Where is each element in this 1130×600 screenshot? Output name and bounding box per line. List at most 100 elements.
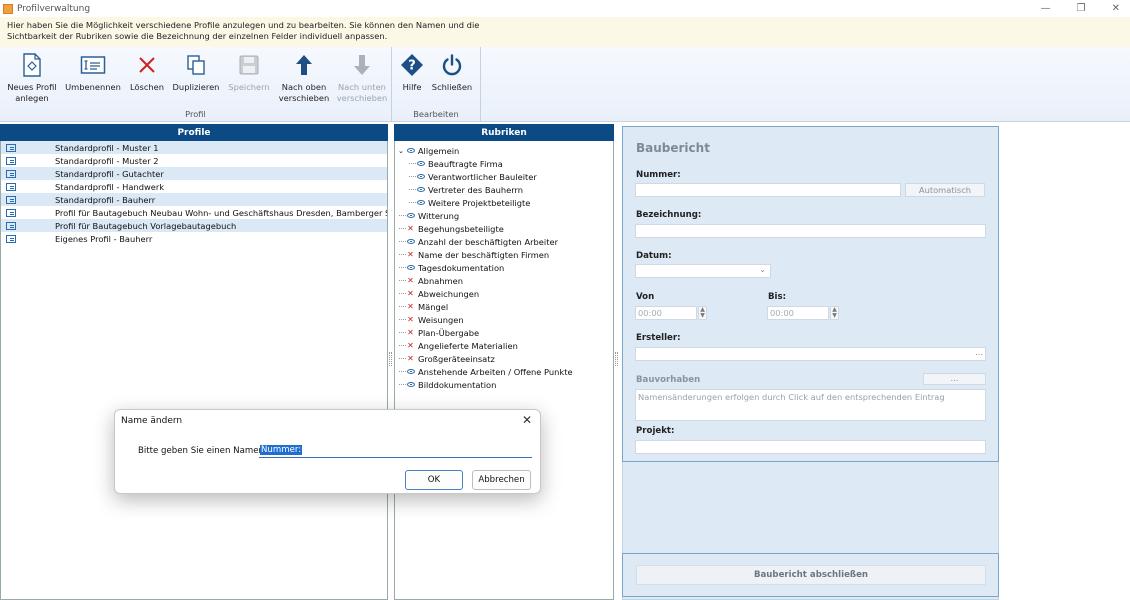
tree-node[interactable]: Weitere Projektbeteiligte	[395, 196, 613, 209]
tree-node[interactable]: ✕ Abnahmen	[395, 274, 613, 287]
close-report-area: Baubericht abschließen	[622, 553, 999, 597]
info-line-1: Hier haben Sie die Möglichkeit verschied…	[7, 20, 480, 30]
list-item[interactable]: Standardprofil - Muster 2	[1, 154, 387, 167]
help-button[interactable]: ? Hilfe	[398, 52, 426, 93]
datum-picker[interactable]: ⌄	[635, 264, 771, 278]
new-profile-button[interactable]: Neues Profil anlegen	[6, 52, 58, 104]
rubriken-tree[interactable]: ⌄ Allgemein Beauftragte Firma Verantwortli…	[394, 141, 614, 600]
move-down-button[interactable]: Nach unten verschieben	[335, 52, 389, 104]
tree-node[interactable]: ✕ Weisungen	[395, 313, 613, 326]
tree-line	[399, 345, 406, 346]
tree-node[interactable]: ✕ Mängel	[395, 300, 613, 313]
list-item[interactable]: Standardprofil - Bauherr	[1, 193, 387, 206]
restore-icon[interactable]: ❐	[1077, 3, 1086, 14]
hidden-x-icon[interactable]: ✕	[407, 276, 414, 285]
label-nummer[interactable]: Nummer:	[636, 170, 681, 180]
tree-node[interactable]: Tagesdokumentation	[395, 261, 613, 274]
minimize-icon[interactable]: —	[1041, 3, 1051, 14]
label-von[interactable]: Von	[636, 292, 654, 302]
save-button[interactable]: Speichern	[226, 52, 272, 93]
info-bar: Hier haben Sie die Möglichkeit verschied…	[0, 17, 1130, 47]
tree-node[interactable]: Anstehende Arbeiten / Offene Punkte	[395, 365, 613, 378]
von-time-input[interactable]: 00:00	[635, 306, 697, 320]
hidden-x-icon[interactable]: ✕	[407, 302, 414, 311]
projekt-input[interactable]	[635, 440, 986, 454]
hidden-x-icon[interactable]: ✕	[407, 250, 414, 259]
ersteller-input[interactable]: ...	[635, 347, 986, 361]
tree-node[interactable]: ✕ Begehungsbeteiligte	[395, 222, 613, 235]
visible-eye-icon[interactable]	[406, 148, 415, 153]
bis-time-input[interactable]: 00:00	[767, 306, 829, 320]
tree-node-allgemein[interactable]: ⌄ Allgemein	[395, 144, 613, 157]
profile-icon	[6, 156, 16, 165]
close-icon[interactable]: ✕	[522, 413, 532, 427]
tree-line	[399, 254, 406, 255]
tree-node[interactable]: Bilddokumentation	[395, 378, 613, 391]
ersteller-browse-button[interactable]: ...	[975, 348, 983, 357]
tree-node[interactable]: ✕ Angelieferte Materialien	[395, 339, 613, 352]
name-input[interactable]: Nummer:	[259, 443, 532, 458]
baubericht-abschliessen-button[interactable]: Baubericht abschließen	[636, 565, 986, 585]
visible-eye-icon[interactable]	[417, 200, 425, 205]
visible-eye-icon[interactable]	[407, 382, 415, 387]
tree-node[interactable]: Verantwortlicher Bauleiter	[395, 170, 613, 183]
rename-button[interactable]: Umbenennen	[64, 52, 122, 93]
label-bauvorhaben[interactable]: Bauvorhaben	[636, 375, 700, 385]
arrow-up-icon	[277, 52, 331, 78]
tree-node[interactable]: ✕ Großgeräteeinsatz	[395, 352, 613, 365]
list-item[interactable]: Profil für Bautagebuch Vorlagebautagebuc…	[1, 219, 387, 232]
label-bezeichnung[interactable]: Bezeichnung:	[636, 210, 701, 220]
window-controls: — ❐ ✕	[1041, 0, 1120, 17]
tree-node[interactable]: Anzahl der beschäftigten Arbeiter	[395, 235, 613, 248]
splitter-handle[interactable]	[615, 352, 618, 366]
cancel-button[interactable]: Abbrechen	[472, 470, 531, 490]
visible-eye-icon[interactable]	[417, 174, 425, 179]
list-item[interactable]: Eigenes Profil - Bauherr	[1, 232, 387, 245]
list-item[interactable]: Profil für Bautagebuch Neubau Wohn- und …	[1, 206, 387, 219]
bis-spinner[interactable]: ▲ ▼	[830, 306, 839, 320]
label-ersteller[interactable]: Ersteller:	[636, 333, 681, 343]
splitter-handle[interactable]	[389, 352, 392, 366]
list-item[interactable]: Standardprofil - Gutachter	[1, 167, 387, 180]
hidden-x-icon[interactable]: ✕	[407, 341, 414, 350]
tree-node[interactable]: ✕ Abweichungen	[395, 287, 613, 300]
tree-node[interactable]: Witterung	[395, 209, 613, 222]
tree-node[interactable]: Beauftragte Firma	[395, 157, 613, 170]
label-datum[interactable]: Datum:	[636, 251, 672, 261]
nummer-input[interactable]	[635, 183, 901, 197]
visible-eye-icon[interactable]	[407, 213, 415, 218]
visible-eye-icon[interactable]	[417, 161, 425, 166]
bezeichnung-input[interactable]	[635, 224, 986, 238]
duplicate-button[interactable]: Duplizieren	[171, 52, 221, 93]
list-item[interactable]: Standardprofil - Handwerk	[1, 180, 387, 193]
tree-node[interactable]: Vertreter des Bauherrn	[395, 183, 613, 196]
close-icon[interactable]: ✕	[1112, 3, 1120, 14]
move-up-button[interactable]: Nach oben verschieben	[277, 52, 331, 104]
chevron-down-icon[interactable]: ⌄	[398, 147, 404, 155]
ok-button[interactable]: OK	[405, 470, 463, 490]
von-spinner[interactable]: ▲ ▼	[698, 306, 707, 320]
hidden-x-icon[interactable]: ✕	[407, 328, 414, 337]
tree-node[interactable]: ✕ Name der beschäftigten Firmen	[395, 248, 613, 261]
tree-line	[399, 358, 406, 359]
label-projekt[interactable]: Projekt:	[636, 426, 674, 436]
delete-button[interactable]: Löschen	[128, 52, 166, 93]
hidden-x-icon[interactable]: ✕	[407, 354, 414, 363]
dialog-title: Name ändern	[121, 416, 183, 426]
tree-node[interactable]: ✕ Plan-Übergabe	[395, 326, 613, 339]
label-bis[interactable]: Bis:	[768, 292, 786, 302]
bauvorhaben-browse-button[interactable]: ...	[923, 373, 986, 385]
bauvorhaben-textarea[interactable]: Namensänderungen erfolgen durch Click au…	[635, 389, 986, 421]
close-app-button[interactable]: Schließen	[430, 52, 474, 93]
automatisch-button[interactable]: Automatisch	[905, 183, 985, 197]
profile-icon	[6, 169, 16, 178]
hidden-x-icon[interactable]: ✕	[407, 224, 414, 233]
visible-eye-icon[interactable]	[407, 369, 415, 374]
visible-eye-icon[interactable]	[407, 265, 415, 270]
visible-eye-icon[interactable]	[417, 187, 425, 192]
visible-eye-icon[interactable]	[407, 239, 415, 244]
list-item[interactable]: Standardprofil - Muster 1	[1, 141, 387, 154]
hidden-x-icon[interactable]: ✕	[407, 315, 414, 324]
profiles-list[interactable]: Standardprofil - Muster 1 Standardprofil…	[0, 141, 388, 600]
hidden-x-icon[interactable]: ✕	[407, 289, 414, 298]
